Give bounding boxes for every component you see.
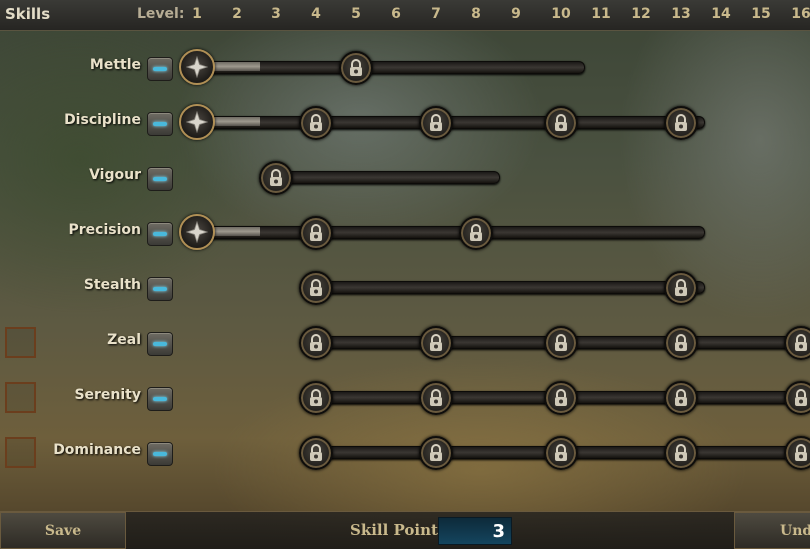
level-number-6: 6	[391, 6, 401, 22]
lock-icon[interactable]	[544, 326, 578, 360]
skill-row-mettle: Mettle	[0, 47, 810, 87]
top-bar: Skills Level: 1 2 3 4 5 6 7 8 9 10 11 12 13 14 15 16	[0, 0, 810, 31]
lock-icon[interactable]	[544, 381, 578, 415]
level-label: Level:	[137, 6, 185, 22]
decrease-vigour-button[interactable]	[147, 167, 173, 191]
lock-icon[interactable]	[299, 106, 333, 140]
lock-icon[interactable]	[784, 436, 810, 470]
decrease-dominance-button[interactable]	[147, 442, 173, 466]
star-icon[interactable]	[179, 49, 215, 85]
star-icon[interactable]	[179, 104, 215, 140]
skill-track	[316, 281, 705, 294]
skill-track	[197, 226, 705, 239]
level-number-10: 10	[551, 6, 571, 22]
decrease-zeal-button[interactable]	[147, 332, 173, 356]
undo-button[interactable]: Undo	[734, 512, 810, 549]
skill-points-label: Skill Points	[350, 521, 447, 539]
decrease-precision-button[interactable]	[147, 222, 173, 246]
lock-icon[interactable]	[419, 436, 453, 470]
level-number-3: 3	[271, 6, 281, 22]
lock-icon[interactable]	[259, 161, 293, 195]
lock-icon[interactable]	[339, 51, 373, 85]
skill-checkbox-zeal[interactable]	[5, 327, 36, 358]
level-number-12: 12	[631, 6, 651, 22]
skill-row-stealth: Stealth	[0, 267, 810, 307]
decrease-discipline-button[interactable]	[147, 112, 173, 136]
lock-icon[interactable]	[664, 326, 698, 360]
lock-icon[interactable]	[784, 326, 810, 360]
skill-row-zeal: Zeal	[0, 322, 810, 362]
skill-row-precision: Precision	[0, 212, 810, 252]
skill-name-stealth: Stealth	[83, 277, 141, 293]
decrease-serenity-button[interactable]	[147, 387, 173, 411]
lock-icon[interactable]	[419, 381, 453, 415]
decrease-stealth-button[interactable]	[147, 277, 173, 301]
lock-icon[interactable]	[299, 271, 333, 305]
skill-name-zeal: Zeal	[107, 332, 141, 348]
level-number-16: 16	[791, 6, 810, 22]
level-number-5: 5	[351, 6, 361, 22]
skill-row-vigour: Vigour	[0, 157, 810, 197]
skill-checkbox-serenity[interactable]	[5, 382, 36, 413]
skill-row-serenity: Serenity	[0, 377, 810, 417]
lock-icon[interactable]	[299, 216, 333, 250]
skill-row-discipline: Discipline	[0, 102, 810, 142]
skill-name-mettle: Mettle	[89, 57, 141, 73]
skill-name-discipline: Discipline	[64, 112, 141, 128]
level-number-14: 14	[711, 6, 731, 22]
lock-icon[interactable]	[299, 326, 333, 360]
lock-icon[interactable]	[459, 216, 493, 250]
lock-icon[interactable]	[664, 271, 698, 305]
save-button[interactable]: Save	[0, 512, 126, 549]
lock-icon[interactable]	[419, 106, 453, 140]
level-number-7: 7	[431, 6, 441, 22]
level-number-11: 11	[591, 6, 611, 22]
level-number-8: 8	[471, 6, 481, 22]
page-title: Skills	[5, 5, 51, 23]
skill-name-serenity: Serenity	[74, 387, 141, 403]
level-number-1: 1	[192, 6, 202, 22]
lock-icon[interactable]	[784, 381, 810, 415]
skill-name-dominance: Dominance	[53, 442, 141, 458]
lock-icon[interactable]	[544, 106, 578, 140]
level-number-2: 2	[232, 6, 242, 22]
lock-icon[interactable]	[419, 326, 453, 360]
level-number-9: 9	[511, 6, 521, 22]
skill-track	[276, 171, 500, 184]
bottom-bar: Save Skill Points 3 Undo	[0, 511, 810, 549]
lock-icon[interactable]	[664, 381, 698, 415]
lock-icon[interactable]	[544, 436, 578, 470]
lock-icon[interactable]	[664, 106, 698, 140]
lock-icon[interactable]	[299, 436, 333, 470]
skill-name-vigour: Vigour	[89, 167, 141, 183]
decrease-mettle-button[interactable]	[147, 57, 173, 81]
skill-row-dominance: Dominance	[0, 432, 810, 472]
lock-icon[interactable]	[299, 381, 333, 415]
level-number-15: 15	[751, 6, 771, 22]
level-number-4: 4	[311, 6, 321, 22]
star-icon[interactable]	[179, 214, 215, 250]
lock-icon[interactable]	[664, 436, 698, 470]
skill-points-value: 3	[492, 521, 505, 542]
level-number-13: 13	[671, 6, 691, 22]
skill-name-precision: Precision	[68, 222, 141, 238]
skill-points-box: 3	[438, 517, 512, 545]
skill-checkbox-dominance[interactable]	[5, 437, 36, 468]
